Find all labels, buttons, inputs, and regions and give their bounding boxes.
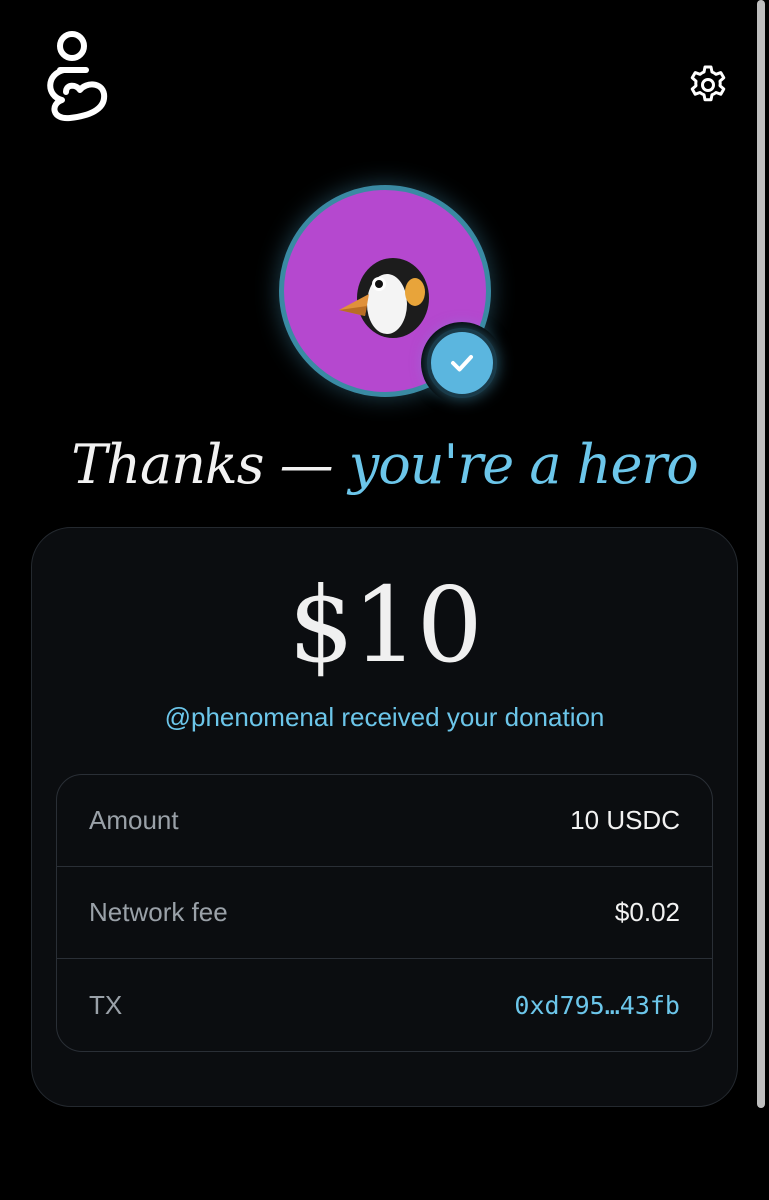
app-logo[interactable] bbox=[40, 30, 108, 124]
scrollbar[interactable] bbox=[757, 0, 765, 1108]
headline-hero-text: you're a hero bbox=[348, 433, 699, 496]
amount-value: 10 USDC bbox=[570, 805, 680, 835]
recipient-message[interactable]: @phenomenal received your donation bbox=[0, 700, 769, 734]
check-icon bbox=[451, 355, 473, 372]
recipient-avatar-group bbox=[279, 185, 503, 404]
detail-row-amount: Amount 10 USDC bbox=[57, 775, 712, 867]
network-fee-label: Network fee bbox=[89, 897, 228, 927]
detail-row-tx: TX 0xd795…43fb bbox=[57, 959, 712, 1051]
gear-icon bbox=[690, 65, 726, 102]
settings-button[interactable] bbox=[686, 63, 730, 107]
donation-amount: $10 bbox=[288, 564, 483, 686]
verified-badge bbox=[421, 322, 503, 404]
thanks-headline: Thanks — you're a hero bbox=[0, 430, 769, 500]
tx-label: TX bbox=[89, 989, 123, 1020]
transaction-details: Amount 10 USDC Network fee $0.02 TX 0xd7… bbox=[56, 774, 713, 1052]
penguin-icon bbox=[339, 258, 429, 338]
amount-label: Amount bbox=[89, 805, 179, 835]
network-fee-value: $0.02 bbox=[614, 897, 680, 927]
headline-thanks-text: Thanks — bbox=[71, 433, 349, 496]
tx-hash-link[interactable]: 0xd795…43fb bbox=[514, 991, 680, 1020]
hand-heart-logo-icon bbox=[47, 31, 108, 122]
detail-row-network-fee: Network fee $0.02 bbox=[57, 867, 712, 959]
